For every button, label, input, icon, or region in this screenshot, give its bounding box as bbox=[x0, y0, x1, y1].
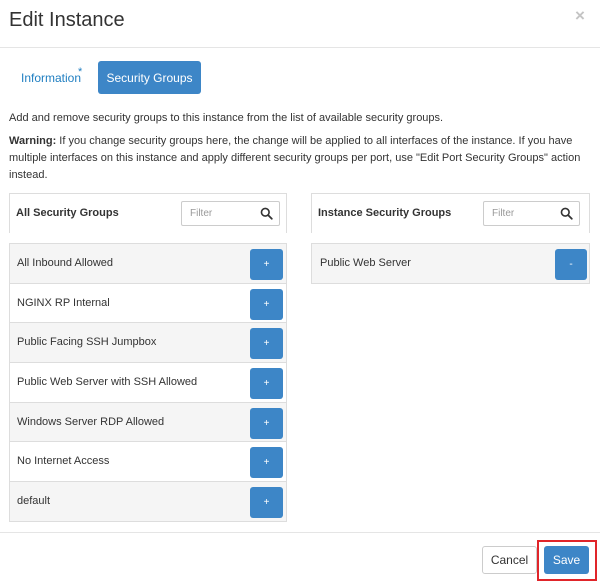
instance-groups-title: Instance Security Groups bbox=[318, 207, 452, 219]
list-item: Windows Server RDP Allowed + bbox=[10, 402, 286, 443]
required-marker: * bbox=[78, 66, 83, 78]
available-groups-list: All Inbound Allowed + NGINX RP Internal … bbox=[9, 243, 287, 522]
tab-information[interactable]: Information * bbox=[21, 66, 82, 85]
close-icon[interactable]: × bbox=[575, 6, 585, 26]
list-item: Public Facing SSH Jumpbox + bbox=[10, 323, 286, 364]
available-groups-header: All Security Groups bbox=[9, 193, 287, 233]
available-filter bbox=[181, 201, 280, 226]
list-item: All Inbound Allowed + bbox=[10, 244, 286, 284]
dialog-header: Edit Instance × bbox=[0, 0, 600, 48]
cancel-button[interactable]: Cancel bbox=[482, 546, 537, 574]
save-button[interactable]: Save bbox=[544, 546, 589, 574]
list-item-label: default bbox=[17, 495, 51, 508]
description-text: Add and remove security groups to this i… bbox=[9, 112, 444, 124]
remove-group-button[interactable]: - bbox=[555, 249, 587, 280]
list-item-label: Public Web Server with SSH Allowed bbox=[17, 376, 198, 389]
search-icon[interactable] bbox=[560, 207, 573, 220]
list-item-label: Public Facing SSH Jumpbox bbox=[17, 336, 157, 349]
add-group-button[interactable]: + bbox=[250, 368, 283, 400]
instance-groups-list: Public Web Server - bbox=[311, 243, 590, 284]
instance-filter bbox=[483, 201, 580, 226]
tab-information-label: Information bbox=[21, 71, 82, 85]
add-group-button[interactable]: + bbox=[250, 328, 283, 360]
available-filter-input[interactable] bbox=[182, 202, 262, 225]
add-group-button[interactable]: + bbox=[250, 487, 283, 519]
warning-text: Warning: If you change security groups h… bbox=[9, 133, 594, 184]
instance-filter-input[interactable] bbox=[484, 202, 564, 225]
list-item: default + bbox=[10, 482, 286, 522]
tab-security-groups[interactable]: Security Groups bbox=[98, 61, 201, 94]
add-group-button[interactable]: + bbox=[250, 447, 283, 479]
list-item: Public Web Server - bbox=[312, 244, 589, 284]
list-item: No Internet Access + bbox=[10, 442, 286, 483]
warning-body: If you change security groups here, the … bbox=[9, 135, 581, 181]
add-group-button[interactable]: + bbox=[250, 407, 283, 439]
list-item-label: NGINX RP Internal bbox=[17, 296, 110, 309]
list-item-label: No Internet Access bbox=[17, 455, 110, 468]
add-group-button[interactable]: + bbox=[250, 249, 283, 280]
search-icon[interactable] bbox=[260, 207, 273, 220]
warning-label: Warning: bbox=[9, 135, 57, 147]
list-item: NGINX RP Internal + bbox=[10, 283, 286, 324]
dialog-title: Edit Instance bbox=[9, 9, 125, 31]
add-group-button[interactable]: + bbox=[250, 288, 283, 320]
list-item-label: Windows Server RDP Allowed bbox=[17, 415, 165, 428]
list-item-label: Public Web Server bbox=[320, 257, 411, 269]
available-groups-title: All Security Groups bbox=[16, 207, 119, 219]
instance-groups-header: Instance Security Groups bbox=[311, 193, 590, 233]
list-item-label: All Inbound Allowed bbox=[17, 257, 114, 269]
footer-divider bbox=[0, 532, 600, 533]
list-item: Public Web Server with SSH Allowed + bbox=[10, 363, 286, 403]
